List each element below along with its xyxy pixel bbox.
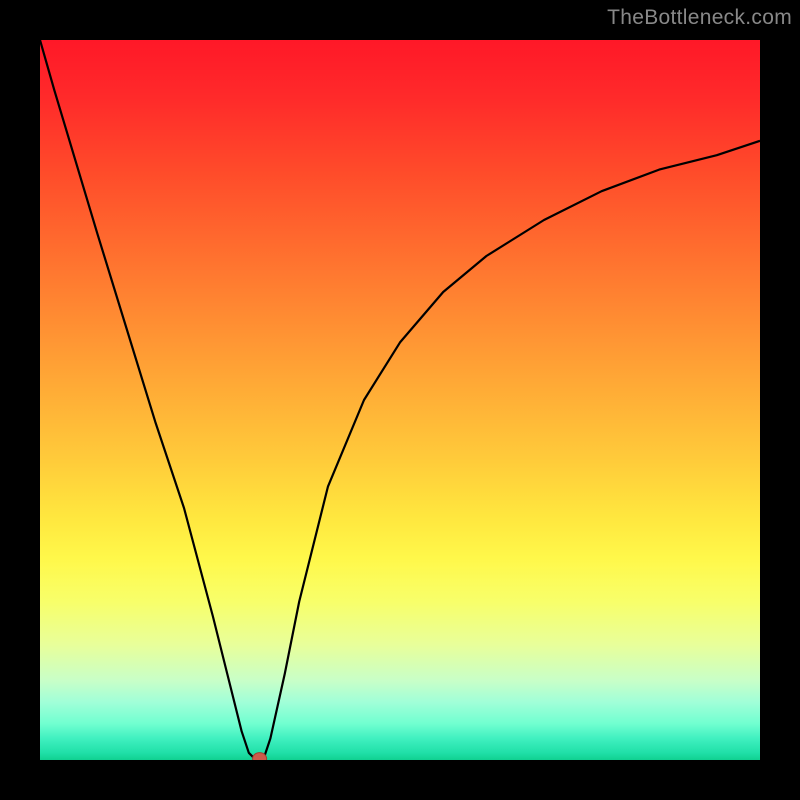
plot-area (40, 40, 760, 760)
chart-container: TheBottleneck.com (0, 0, 800, 800)
bottleneck-curve-path (40, 40, 760, 760)
watermark-label: TheBottleneck.com (607, 6, 792, 30)
chart-svg (40, 40, 760, 760)
optimal-point-marker (253, 753, 267, 760)
